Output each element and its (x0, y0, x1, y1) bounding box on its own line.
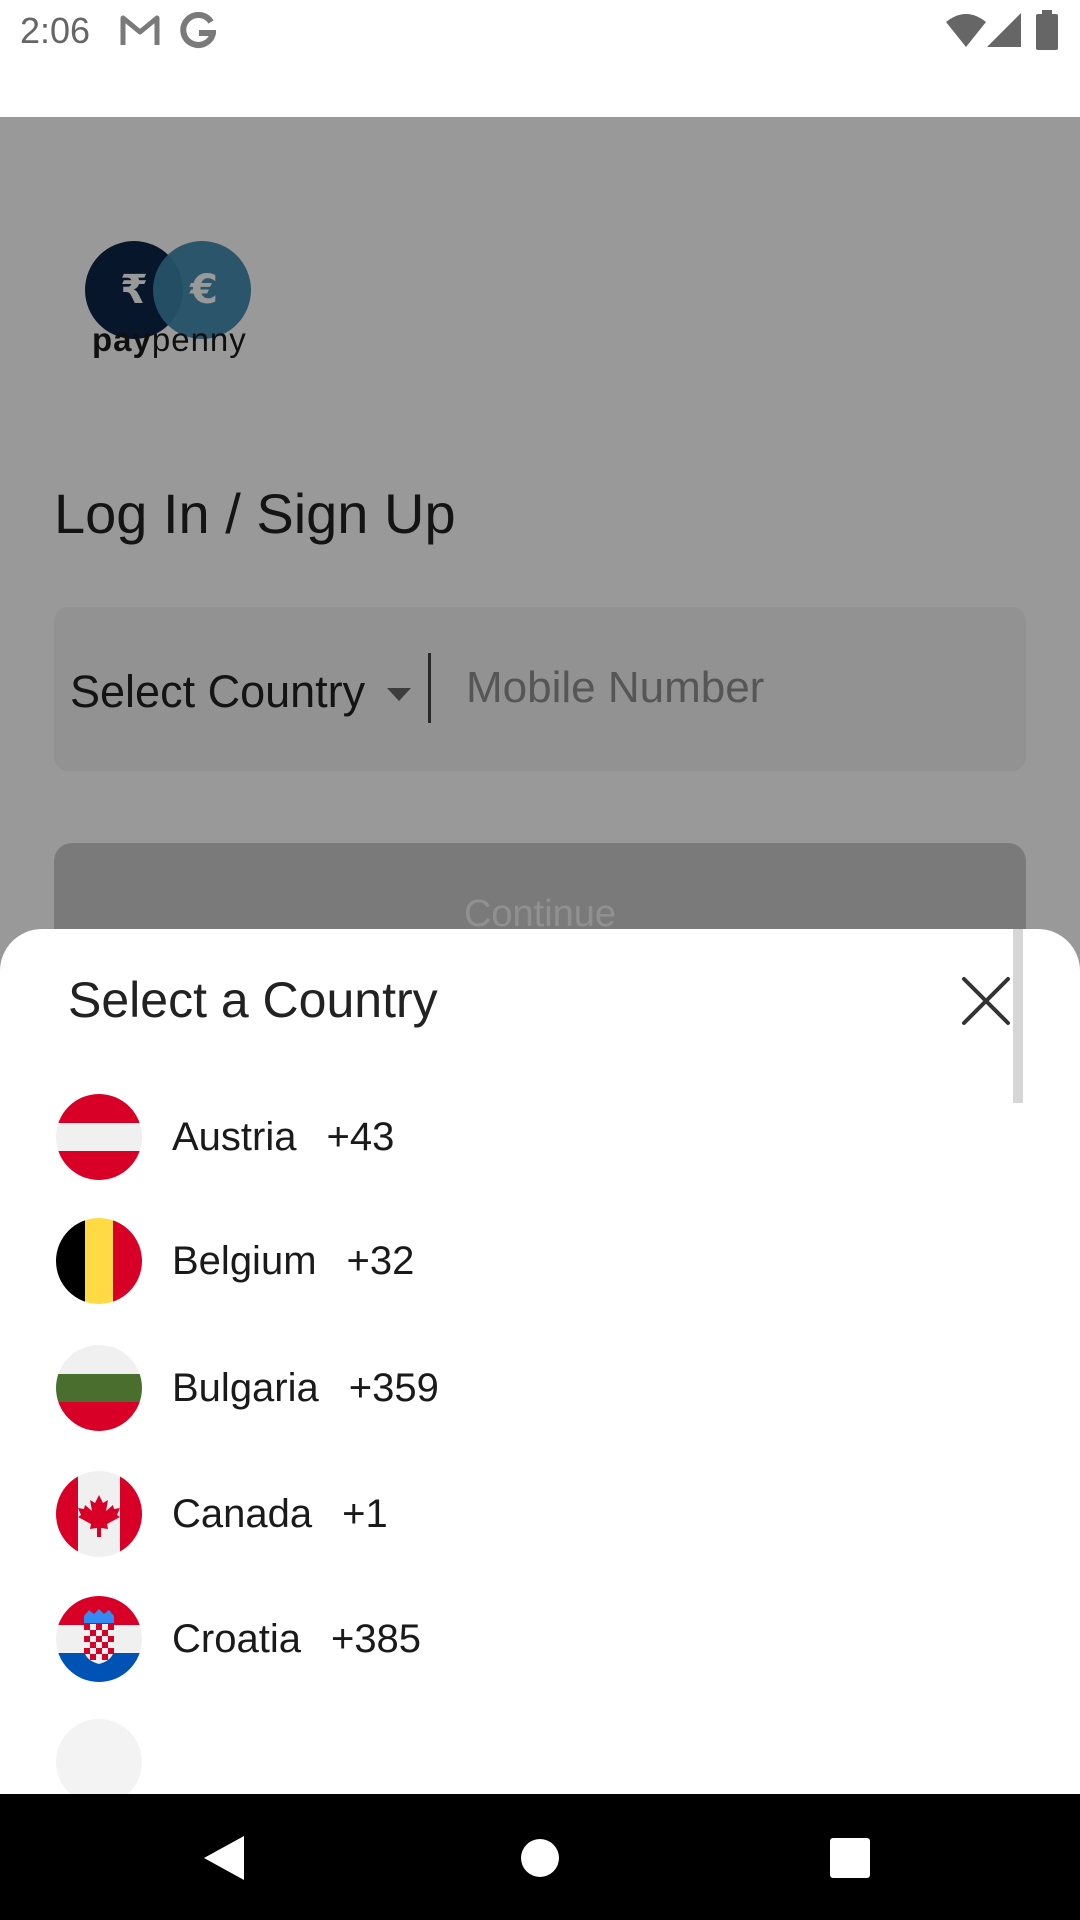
country-picker-sheet: Select a Country Austria +43 Belgium +32 (0, 929, 1080, 1794)
back-icon[interactable] (202, 1834, 246, 1882)
recents-icon[interactable] (830, 1838, 870, 1878)
sheet-title: Select a Country (68, 972, 438, 1028)
country-item-austria[interactable]: Austria +43 (56, 1092, 1016, 1182)
home-icon[interactable] (520, 1838, 560, 1878)
signal-icon (987, 13, 1021, 47)
country-code: +1 (342, 1491, 388, 1536)
canada-flag-icon (56, 1471, 142, 1557)
country-item-bulgaria[interactable]: Bulgaria +359 (56, 1343, 1016, 1433)
navigation-bar (0, 1794, 1080, 1920)
country-code: +43 (326, 1114, 395, 1159)
country-name: Austria (172, 1114, 297, 1159)
wifi-icon (946, 14, 986, 47)
country-name: Croatia (172, 1616, 301, 1661)
country-item-croatia[interactable]: Croatia +385 (56, 1594, 1016, 1684)
close-icon[interactable] (956, 971, 1016, 1031)
battery-icon (1036, 10, 1058, 50)
gmail-icon (120, 15, 160, 45)
croatia-flag-icon (56, 1596, 142, 1682)
austria-flag-icon (56, 1094, 142, 1180)
country-name: Canada (172, 1491, 313, 1536)
country-item-belgium[interactable]: Belgium +32 (56, 1216, 1016, 1306)
google-icon (180, 12, 216, 48)
bulgaria-flag-icon (56, 1345, 142, 1431)
country-code: +32 (346, 1238, 415, 1283)
country-code: +385 (330, 1616, 422, 1661)
country-name: Belgium (172, 1238, 317, 1283)
country-code: +359 (348, 1365, 439, 1410)
belgium-flag-icon (56, 1218, 142, 1304)
country-name: Bulgaria (172, 1365, 319, 1410)
partial-flag-icon (56, 1719, 142, 1794)
status-time: 2:06 (20, 10, 91, 51)
status-bar: 2:06 (0, 0, 1080, 117)
country-item-canada[interactable]: Canada +1 (56, 1469, 1016, 1559)
scroll-indicator[interactable] (1013, 929, 1023, 1103)
